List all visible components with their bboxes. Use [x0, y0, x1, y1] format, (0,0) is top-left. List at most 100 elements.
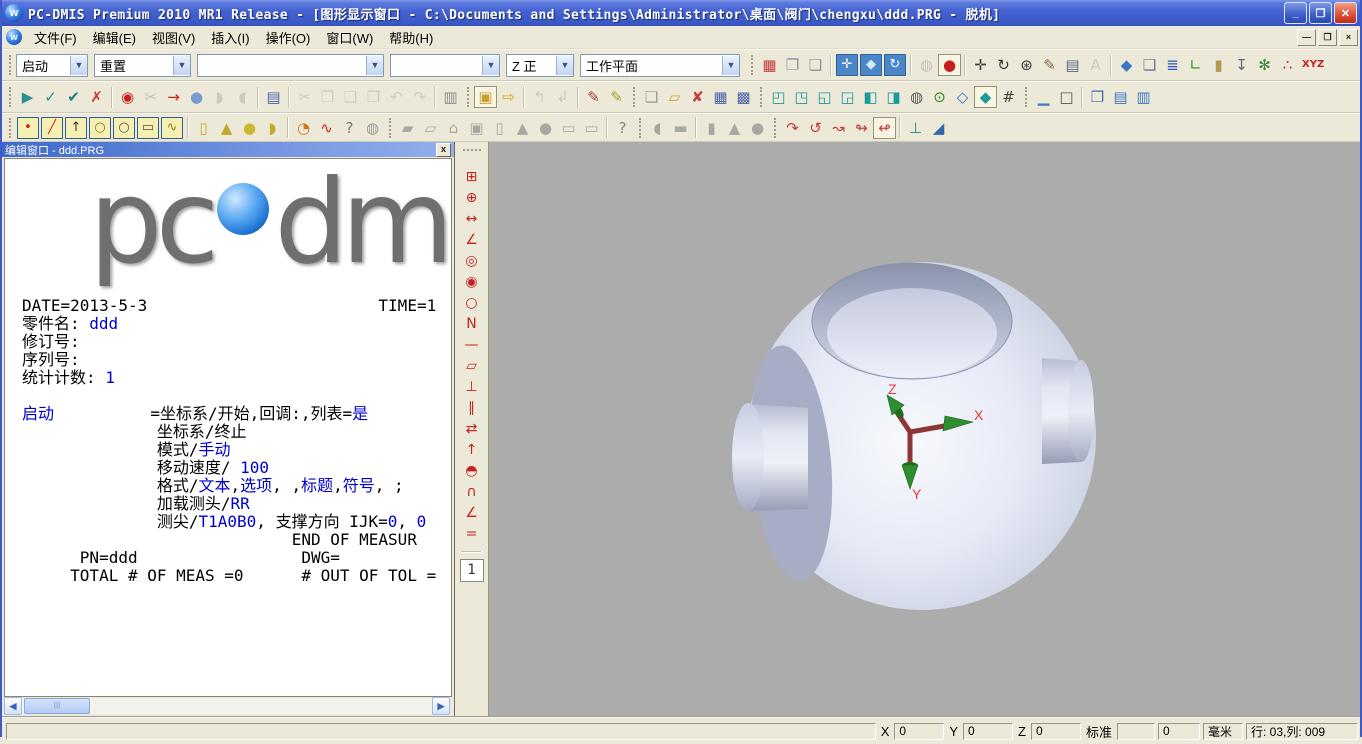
rotate-3d-icon[interactable]: ⊛: [1015, 54, 1038, 76]
view-iso-icon[interactable]: ◇: [951, 86, 974, 108]
copy-icon[interactable]: ❐: [316, 86, 339, 108]
open-program-icon[interactable]: ▱: [663, 86, 686, 108]
cad-solid-icon[interactable]: ◆: [1115, 54, 1138, 76]
code-line[interactable]: 格式/文本,选项, ,标题,符号, ;: [22, 477, 451, 495]
compass-gage-icon[interactable]: ◔: [292, 117, 315, 139]
surface-point-icon[interactable]: ▬: [669, 117, 692, 139]
stamp-b-icon[interactable]: ◖: [231, 86, 254, 108]
minimize-graphics-icon[interactable]: ▁: [1032, 86, 1055, 108]
straightness-dim-icon[interactable]: —: [461, 335, 483, 356]
probe-tip-dropdown-arrow-icon[interactable]: ▼: [556, 56, 573, 75]
measured-line-icon[interactable]: ╱: [41, 117, 63, 139]
toolbar-grip[interactable]: [639, 118, 641, 138]
perimeter-scan-icon[interactable]: ↬: [850, 117, 873, 139]
close-program-icon[interactable]: ✘: [686, 86, 709, 108]
concentricity-dim-icon[interactable]: ◎: [461, 251, 483, 272]
code-line[interactable]: 启动 =坐标系/开始,回调:,列表=是: [22, 405, 451, 423]
edit-window-body[interactable]: pcdm DATE=2013-5-3 TIME=1零件名: ddd修订号:序列号…: [4, 158, 452, 697]
graphics-viewport[interactable]: Z X Y: [490, 142, 1360, 716]
code-line[interactable]: 测尖/T1A0B0, 支撑方向 IJK=0, 0: [22, 513, 451, 531]
machine-options-icon[interactable]: ✻: [1253, 54, 1276, 76]
code-line[interactable]: 模式/手动: [22, 441, 451, 459]
xyz-output-icon[interactable]: XYZ: [1299, 54, 1327, 76]
ellipse-tool-icon[interactable]: ●: [185, 86, 208, 108]
scale-probe-icon[interactable]: ↧: [1230, 54, 1253, 76]
auto-cone-2-icon[interactable]: ▲: [723, 117, 746, 139]
record-icon[interactable]: ◉: [116, 86, 139, 108]
probe-file-dropdown-arrow-icon[interactable]: ▼: [173, 56, 190, 75]
surface-profile-dim-icon[interactable]: ◓: [461, 461, 483, 482]
wireframe-view-icon[interactable]: ◍: [915, 54, 938, 76]
probe-readout-icon[interactable]: ✂: [139, 86, 162, 108]
angularity-arrow-dim-icon[interactable]: ↑: [461, 440, 483, 461]
close-button[interactable]: ✕: [1334, 2, 1357, 24]
parallelism-dim-icon[interactable]: ∥: [461, 398, 483, 419]
menu-item-窗口[interactable]: 窗口(W): [318, 26, 381, 49]
graphics-save-icon[interactable]: ❒: [1086, 86, 1109, 108]
menu-item-操作[interactable]: 操作(O): [258, 26, 319, 49]
save-program-icon[interactable]: ▦: [709, 86, 732, 108]
menu-item-帮助[interactable]: 帮助(H): [381, 26, 441, 49]
view-x-minus-icon[interactable]: ◲: [836, 86, 859, 108]
graphics-modes-icon[interactable]: ▦: [758, 54, 781, 76]
probe-lock-icon[interactable]: ▮: [1207, 54, 1230, 76]
measured-cone-icon[interactable]: ▲: [215, 117, 238, 139]
toolbar-grip[interactable]: [467, 87, 469, 107]
graphics-window-icon[interactable]: ❐: [781, 54, 804, 76]
auto-square-slot-icon[interactable]: ▭: [557, 117, 580, 139]
save-as-program-icon[interactable]: ▩: [732, 86, 755, 108]
shaded-view-icon[interactable]: ●: [938, 54, 961, 76]
menu-item-插入[interactable]: 插入(I): [203, 26, 257, 49]
cad-layers-icon[interactable]: ≣: [1161, 54, 1184, 76]
roundness-dim-icon[interactable]: ○: [461, 293, 483, 314]
stamp-a-icon[interactable]: ◗: [208, 86, 231, 108]
probe-pen-icon[interactable]: ✎: [1038, 54, 1061, 76]
menu-item-编辑[interactable]: 编辑(E): [85, 26, 144, 49]
code-line[interactable]: 序列号:: [22, 351, 451, 369]
redo-icon[interactable]: ↷: [408, 86, 431, 108]
symmetry-profile-dim-icon[interactable]: ⇄: [461, 419, 483, 440]
restore-button[interactable]: ❐: [1309, 2, 1332, 24]
toolbar-grip[interactable]: [389, 118, 391, 138]
scroll-left-icon[interactable]: ◀: [4, 697, 22, 715]
toolbar-grip[interactable]: [774, 118, 776, 138]
print-icon[interactable]: ▥: [439, 86, 462, 108]
location-dim-icon[interactable]: ⊞: [461, 167, 483, 188]
program-code[interactable]: DATE=2013-5-3 TIME=1零件名: ddd修订号:序列号:统计计数…: [22, 297, 451, 585]
auto-ellipse-icon[interactable]: ●: [534, 117, 557, 139]
total-runout-dim-icon[interactable]: N: [461, 314, 483, 335]
execute-block-icon[interactable]: ✔: [62, 86, 85, 108]
measured-sphere-icon[interactable]: ●: [238, 117, 261, 139]
auto-sphere-2-icon[interactable]: ●: [746, 117, 769, 139]
view-sphere-icon[interactable]: ◍: [905, 86, 928, 108]
edit-window-titlebar[interactable]: 编辑窗口 - ddd.PRG x: [2, 142, 454, 157]
code-line[interactable]: DATE=2013-5-3 TIME=1: [22, 297, 451, 315]
toolbar-grip[interactable]: [760, 87, 762, 107]
feature-list-dropdown-arrow-icon[interactable]: ▼: [366, 56, 383, 75]
insert-probe-icon[interactable]: ↲: [551, 86, 574, 108]
goto-position-icon[interactable]: ⇨: [497, 86, 520, 108]
pan-mode-icon[interactable]: ✛: [836, 54, 858, 76]
view-z-minus-icon[interactable]: ◳: [790, 86, 813, 108]
measured-ellipse-icon[interactable]: ○: [89, 117, 111, 139]
measured-slot-icon[interactable]: ▭: [137, 117, 159, 139]
code-line[interactable]: [22, 387, 451, 405]
cad-select-icon[interactable]: ❏: [1138, 54, 1161, 76]
mdi-minimize-button[interactable]: —: [1297, 29, 1316, 46]
feature-list-dropdown[interactable]: ▼: [197, 54, 384, 77]
toolbar-grip[interactable]: [9, 118, 11, 138]
window-report-a-icon[interactable]: ▤: [1109, 86, 1132, 108]
auto-cylinder-2-icon[interactable]: ▮: [700, 117, 723, 139]
surface-mode-icon[interactable]: ◆: [860, 54, 882, 76]
toolbar-grip[interactable]: [463, 149, 481, 151]
valve-body-model[interactable]: [732, 262, 1096, 610]
minimize-button[interactable]: _: [1284, 2, 1307, 24]
circular-runout-dim-icon[interactable]: ◉: [461, 272, 483, 293]
cancel-execute-icon[interactable]: ✗: [85, 86, 108, 108]
toolbar-grip[interactable]: [9, 87, 11, 107]
probe-changer-icon[interactable]: ▣: [474, 86, 497, 108]
code-line[interactable]: 加载测头/RR: [22, 495, 451, 513]
rotate-2d-icon[interactable]: ↻: [992, 54, 1015, 76]
mdi-restore-button[interactable]: ❐: [1318, 29, 1337, 46]
view-y-plus-icon[interactable]: ◧: [859, 86, 882, 108]
